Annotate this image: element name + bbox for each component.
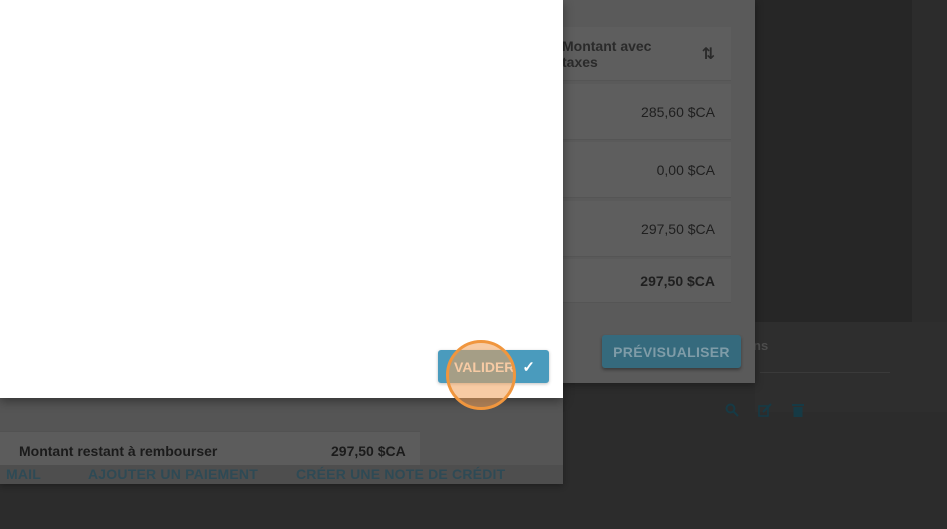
validate-button-label: VALIDER (454, 358, 515, 375)
sort-icon[interactable]: ⇅ (702, 44, 715, 64)
remaining-amount-value: 297,50 $CA (331, 443, 406, 459)
background-panel (755, 0, 912, 322)
delete-icon[interactable] (790, 402, 806, 418)
create-credit-note-button[interactable]: CRÉER UNE NOTE DE CRÉDIT (296, 466, 505, 482)
background-divider (760, 372, 890, 373)
add-payment-button[interactable]: AJOUTER UN PAIEMENT (88, 466, 258, 482)
row-actions (724, 402, 806, 418)
background-panel-lower (755, 322, 947, 412)
remaining-amount-label: Montant restant à rembourser (19, 443, 218, 459)
table-cell-total: 297,50 $CA (552, 259, 731, 303)
validate-button[interactable]: VALIDER ✓ (438, 350, 549, 383)
table-cell: 285,60 $CA (552, 84, 731, 140)
preview-button[interactable]: PRÉVISUALISER (602, 335, 741, 368)
check-icon: ✓ (522, 358, 535, 376)
edit-icon[interactable] (757, 402, 773, 418)
background-fragment-text: ns (753, 338, 769, 353)
column-header-label: Montant avec taxes (562, 37, 652, 70)
search-icon[interactable] (724, 402, 740, 418)
table-cell: 0,00 $CA (552, 142, 731, 198)
mail-button[interactable]: MAIL (6, 466, 41, 482)
table-cell: 297,50 $CA (552, 201, 731, 257)
modal-dialog (0, 0, 563, 398)
column-header-amount-with-taxes[interactable]: Montant avec taxes ⇅ (552, 27, 731, 81)
